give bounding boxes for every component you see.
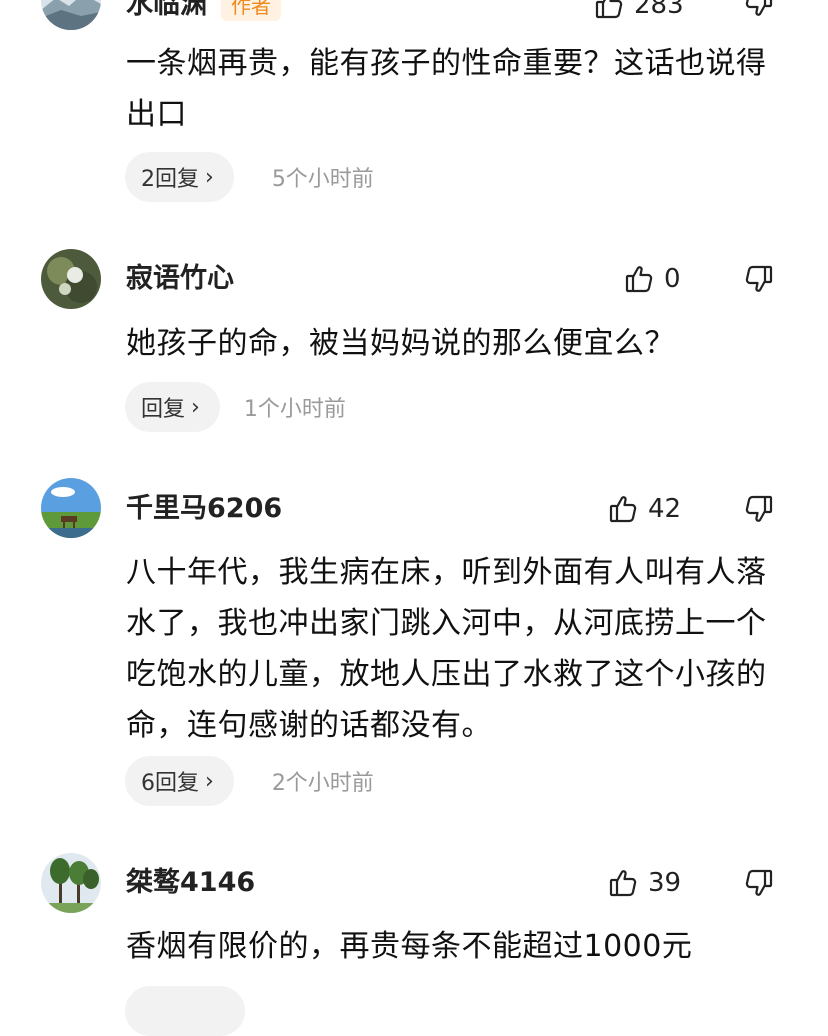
reply-label: 回复: [141, 397, 186, 422]
thumbs-down-icon: [744, 264, 774, 294]
thumbs-up-icon: [608, 494, 638, 524]
reply-label: 6回复: [141, 771, 199, 796]
avatar[interactable]: [41, 0, 101, 30]
timestamp: 5个小时前: [271, 167, 374, 192]
dislike-button[interactable]: [744, 0, 774, 18]
dislike-button[interactable]: [744, 264, 774, 294]
avatar[interactable]: [41, 853, 101, 913]
comment-meta: 6回复 › 2个小时前: [125, 756, 374, 806]
chevron-right-icon: ›: [191, 394, 200, 420]
comment-text: 一条烟再贵，能有孩子的性命重要？这话也说得出口: [126, 46, 767, 132]
like-button[interactable]: 0: [624, 262, 681, 296]
like-button[interactable]: 42: [608, 492, 681, 526]
timestamp: 2个小时前: [271, 771, 374, 796]
reply-label: 2回复: [141, 167, 199, 192]
like-button[interactable]: 39: [608, 866, 681, 900]
like-count: 283: [634, 0, 684, 20]
reply-button[interactable]: 6回复 ›: [125, 756, 234, 806]
username[interactable]: 寂语竹心: [126, 262, 234, 296]
chevron-right-icon: ›: [205, 768, 214, 794]
reply-button[interactable]: 2回复 ›: [125, 152, 234, 202]
dislike-button[interactable]: [744, 494, 774, 524]
comment-text: 香烟有限价的，再贵每条不能超过1000元: [126, 929, 693, 964]
thumbs-down-icon: [744, 494, 774, 524]
avatar[interactable]: [41, 478, 101, 538]
username[interactable]: 桀骜4146: [126, 866, 255, 900]
thumbs-down-icon: [744, 868, 774, 898]
username[interactable]: 水临渊 作者: [126, 0, 281, 22]
author-badge: 作者: [221, 0, 281, 21]
comment-meta: 回复 › 1个小时前: [125, 382, 346, 432]
like-count: 42: [648, 494, 682, 524]
thumbs-up-icon: [608, 868, 638, 898]
avatar[interactable]: [41, 249, 101, 309]
thumbs-up-icon: [624, 264, 654, 294]
timestamp: 1个小时前: [243, 397, 346, 422]
comment-meta: 2回复 › 5个小时前: [125, 152, 374, 202]
like-count: 39: [648, 868, 682, 898]
username[interactable]: 千里马6206: [126, 492, 282, 526]
comment-meta: [125, 986, 245, 1036]
comment-text: 八十年代，我生病在床，听到外面有人叫有人落水了，我也冲出家门跳入河中，从河底捞上…: [126, 555, 767, 743]
comment-text: 她孩子的命，被当妈妈说的那么便宜么？: [126, 326, 675, 361]
thumbs-up-icon: [594, 0, 624, 20]
chevron-right-icon: ›: [205, 164, 214, 190]
like-button[interactable]: 283: [594, 0, 684, 22]
reply-button[interactable]: [125, 986, 245, 1036]
like-count: 0: [664, 264, 681, 294]
dislike-button[interactable]: [744, 868, 774, 898]
reply-button[interactable]: 回复 ›: [125, 382, 220, 432]
thumbs-down-icon: [744, 0, 774, 18]
